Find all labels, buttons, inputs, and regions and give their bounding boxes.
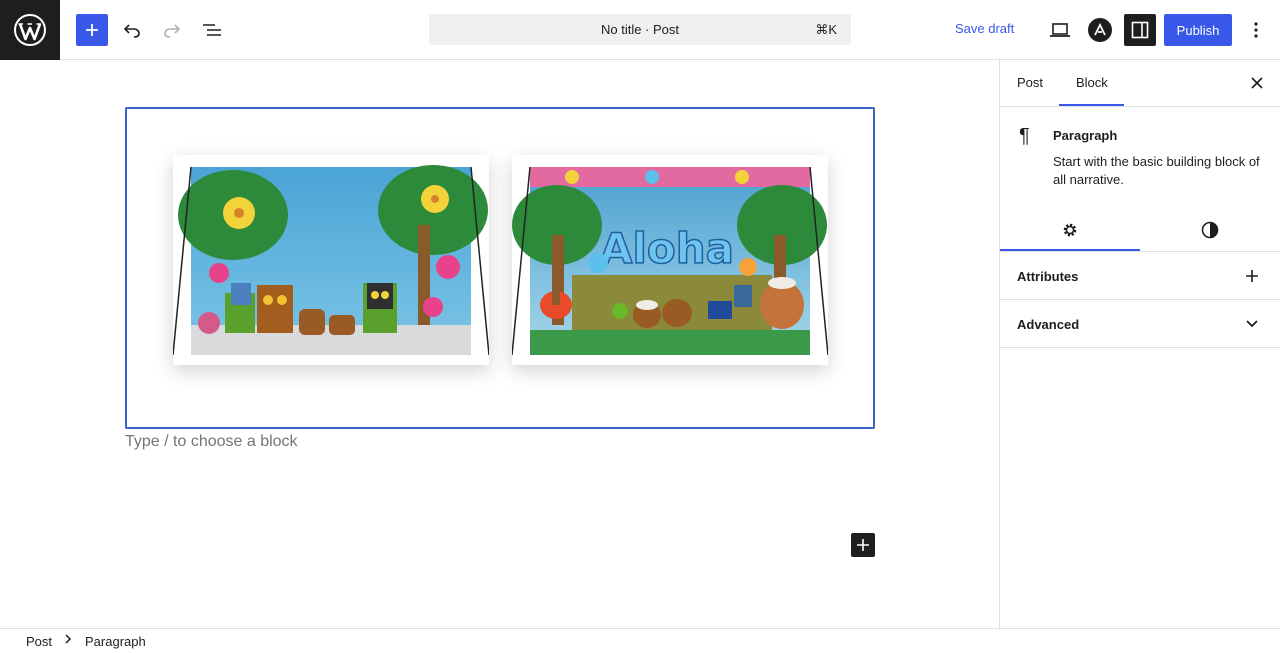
breadcrumb: Post Paragraph [0, 628, 1280, 653]
quick-inserter-button[interactable] [851, 533, 875, 557]
breadcrumb-post[interactable]: Post [26, 634, 52, 649]
gallery-image-aloha[interactable]: Aloha [512, 155, 828, 365]
paragraph-icon: ¶ [1019, 125, 1030, 147]
block-card: ¶ Paragraph Start with the basic buildin… [1000, 107, 1280, 207]
settings-sidebar: Post Block ¶ Paragraph Start with the ba… [999, 60, 1280, 628]
shortcut-hint: ⌘K [815, 22, 837, 37]
publish-button[interactable]: Publish [1164, 14, 1232, 46]
chevron-down-icon [1242, 314, 1262, 334]
list-view-icon [203, 24, 221, 36]
command-palette-bar[interactable]: No title · Post ⌘K [429, 14, 851, 45]
block-settings-tabs [1000, 207, 1280, 252]
more-vertical-icon [1254, 22, 1258, 38]
attributes-panel[interactable]: Attributes [1000, 252, 1280, 300]
active-icontab-indicator [1000, 249, 1140, 251]
advanced-panel[interactable]: Advanced [1000, 300, 1280, 348]
document-title: No title · Post [600, 22, 680, 37]
plus-icon [86, 24, 98, 36]
breadcrumb-paragraph[interactable]: Paragraph [85, 634, 146, 649]
block-inserter-button[interactable] [76, 14, 108, 46]
sidebar-icon [1131, 21, 1149, 39]
paragraph-placeholder[interactable]: Type / to choose a block [125, 433, 298, 451]
laptop-icon [1050, 23, 1070, 37]
settings-toggle-button[interactable] [1124, 14, 1156, 46]
tab-settings[interactable] [1000, 207, 1140, 252]
active-tab-indicator [1059, 104, 1124, 106]
redo-button[interactable] [156, 14, 188, 46]
editor-canvas: Aloha Type / to choose a block [0, 60, 999, 628]
undo-button[interactable] [116, 14, 148, 46]
gallery-image-tiki[interactable] [173, 155, 489, 365]
block-description: Start with the basic building block of a… [1053, 154, 1260, 187]
astra-icon [1088, 18, 1112, 42]
aloha-backdrop-image: Aloha [512, 166, 828, 356]
block-title: Paragraph [1053, 128, 1118, 143]
attributes-panel-label: Attributes [1017, 269, 1079, 284]
editor-header: No title · Post ⌘K Save draft Publish [0, 0, 1280, 60]
redo-icon [164, 24, 181, 38]
gear-icon [1063, 223, 1077, 236]
tab-post[interactable]: Post [1017, 75, 1043, 90]
preview-button[interactable] [1044, 14, 1076, 46]
tab-styles[interactable] [1140, 207, 1280, 252]
contrast-icon [1201, 221, 1219, 238]
document-overview-button[interactable] [196, 14, 228, 46]
wordpress-icon [14, 14, 46, 46]
options-button[interactable] [1240, 14, 1272, 46]
aloha-sign-text: Aloha [600, 224, 734, 273]
gallery-block[interactable]: Aloha [125, 107, 875, 429]
tab-block[interactable]: Block [1076, 75, 1108, 90]
close-sidebar-button[interactable] [1247, 73, 1267, 93]
chevron-right-icon [64, 633, 72, 648]
save-draft-button[interactable]: Save draft [955, 21, 1014, 36]
wordpress-logo[interactable] [0, 0, 60, 60]
astra-settings-button[interactable] [1084, 14, 1116, 46]
tiki-backdrop-image [173, 165, 489, 356]
plus-icon [1242, 266, 1262, 286]
undo-icon [123, 24, 140, 38]
plus-icon [857, 539, 869, 551]
close-icon [1251, 77, 1263, 89]
sidebar-tabs: Post Block [1000, 60, 1280, 107]
advanced-panel-label: Advanced [1017, 317, 1080, 332]
